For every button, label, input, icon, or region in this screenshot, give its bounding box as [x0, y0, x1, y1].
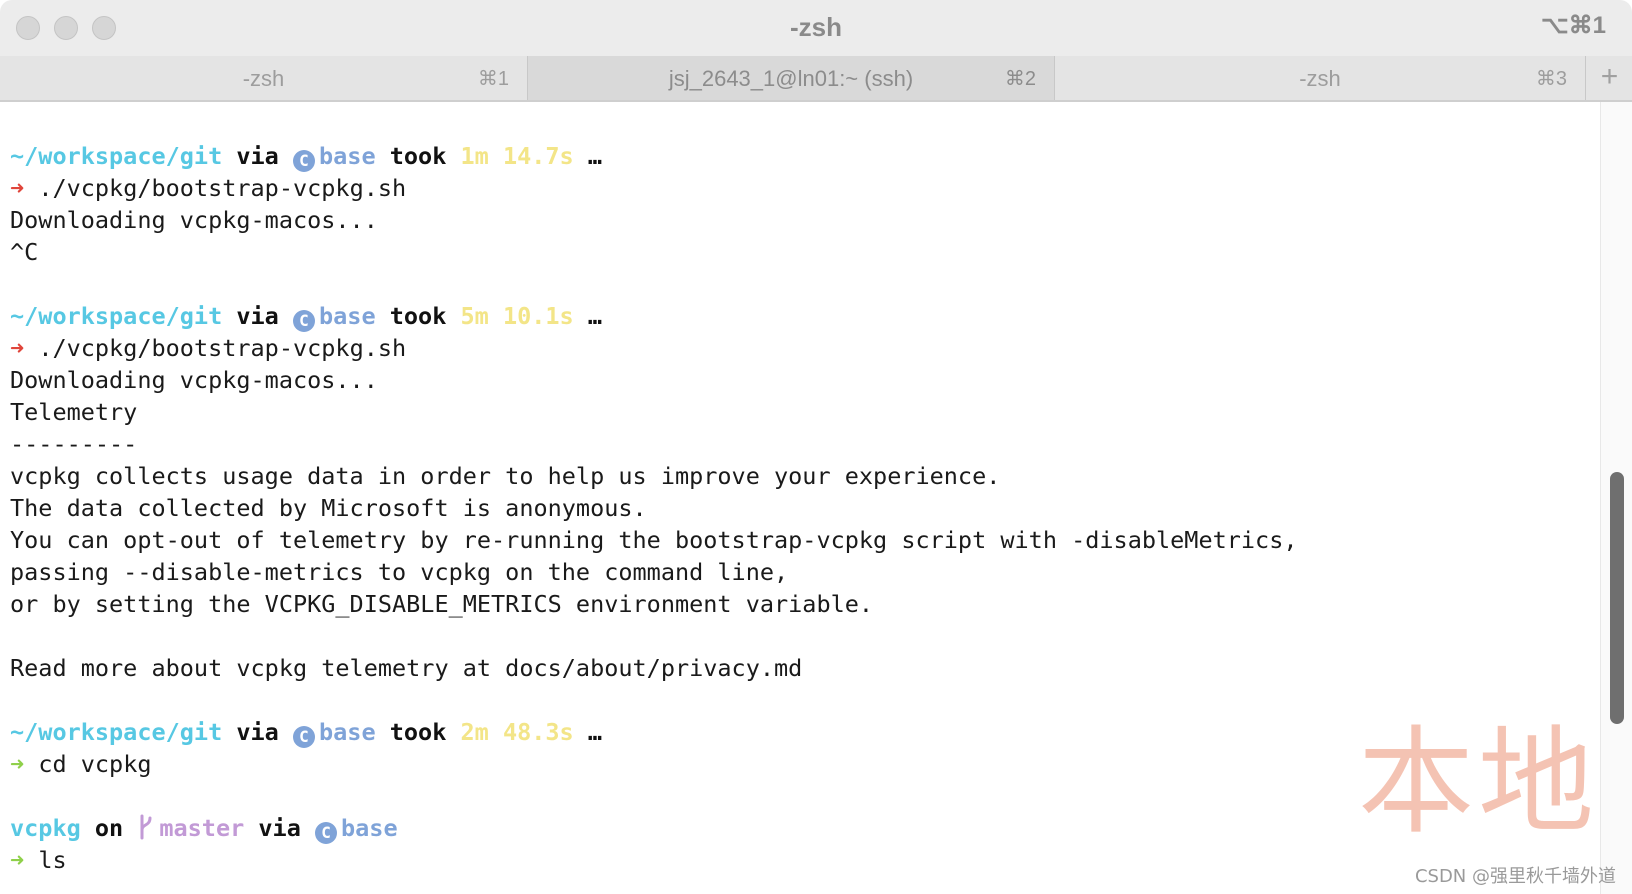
tab-label: -zsh	[242, 66, 285, 91]
tab-zsh-3[interactable]: -zsh ⌘3	[1055, 56, 1585, 100]
output-line: Telemetry	[10, 398, 138, 426]
prompt-duration: 2m 48.3s	[460, 718, 574, 746]
tab-zsh-1[interactable]: -zsh ⌘1	[0, 56, 527, 100]
prompt-env: base	[319, 142, 376, 170]
prompt-arrow-icon: ➜	[10, 334, 25, 362]
prompt-via: via	[236, 718, 279, 746]
command-text: ./vcpkg/bootstrap-vcpkg.sh	[38, 174, 407, 202]
output-line: ---------	[10, 430, 138, 458]
git-branch-icon	[137, 814, 155, 848]
tab-shortcut: ⌘3	[1535, 68, 1567, 90]
prompt-via: via	[236, 302, 279, 330]
command-text: ./vcpkg/bootstrap-vcpkg.sh	[38, 334, 407, 362]
window-title: -zsh	[790, 12, 842, 42]
prompt-took: took	[389, 142, 447, 170]
terminal-window: -zsh ⌥⌘1 -zsh ⌘1 jsj_2643_1@ln01:~ (ssh)…	[0, 0, 1632, 894]
prompt-took: took	[389, 302, 447, 330]
tab-shortcut: ⌘2	[1004, 68, 1036, 90]
git-branch-name: master	[159, 814, 245, 842]
prompt-path: ~/workspace/git	[10, 142, 223, 170]
output-line: Downloading vcpkg-macos...	[10, 366, 378, 394]
conda-icon: C	[293, 726, 315, 748]
watermark-large: 本地	[1358, 715, 1598, 850]
new-tab-button[interactable]: +	[1585, 56, 1632, 100]
command-line: ➜ ./vcpkg/bootstrap-vcpkg.sh	[10, 172, 1600, 204]
prompt-env: base	[319, 302, 376, 330]
prompt-arrow-icon: ➜	[10, 750, 25, 778]
tab-ssh[interactable]: jsj_2643_1@ln01:~ (ssh) ⌘2	[527, 56, 1055, 100]
prompt-line: ~/workspace/git via Cbase took 1m 14.7s …	[10, 140, 1600, 172]
tab-bar: -zsh ⌘1 jsj_2643_1@ln01:~ (ssh) ⌘2 -zsh …	[0, 56, 1632, 102]
prompt-arrow-icon: ➜	[10, 174, 25, 202]
prompt-arrow-icon: ➜	[10, 846, 25, 874]
prompt-line: ~/workspace/git via Cbase took 5m 10.1s …	[10, 300, 1600, 332]
tab-shortcut: ⌘1	[477, 68, 509, 90]
conda-icon: C	[315, 822, 338, 844]
prompt-env: base	[319, 718, 376, 746]
output-line: vcpkg collects usage data in order to he…	[10, 462, 1001, 490]
command-line: ➜ ./vcpkg/bootstrap-vcpkg.sh	[10, 332, 1600, 364]
tab-label: jsj_2643_1@ln01:~ (ssh)	[668, 66, 914, 91]
prompt-duration: 1m 14.7s	[460, 142, 574, 170]
output-line: You can opt-out of telemetry by re-runni…	[10, 526, 1298, 554]
conda-icon: C	[293, 310, 315, 332]
prompt-ellipsis: …	[587, 302, 602, 330]
command-text: ls	[38, 846, 67, 874]
window-shortcut: ⌥⌘1	[1540, 12, 1606, 39]
prompt-via: via	[236, 142, 279, 170]
output-line: Downloading vcpkg-macos...	[10, 206, 378, 234]
prompt-duration: 5m 10.1s	[460, 302, 574, 330]
tab-label: -zsh	[1299, 66, 1341, 91]
prompt-env: base	[341, 814, 398, 842]
scrollbar-thumb[interactable]	[1610, 472, 1624, 724]
prompt-dir: vcpkg	[10, 814, 81, 842]
output-line: The data collected by Microsoft is anony…	[10, 494, 647, 522]
prompt-on: on	[94, 814, 124, 842]
prompt-ellipsis: …	[587, 142, 602, 170]
prompt-ellipsis: …	[587, 718, 602, 746]
prompt-via: via	[258, 814, 301, 842]
vertical-scrollbar[interactable]	[1600, 102, 1632, 894]
conda-icon: C	[293, 150, 315, 172]
prompt-took: took	[389, 718, 447, 746]
prompt-path: ~/workspace/git	[10, 302, 223, 330]
watermark-credit: CSDN @强里秋千墙外道	[1414, 866, 1616, 887]
title-bar: -zsh ⌥⌘1	[0, 0, 1632, 56]
command-text: cd vcpkg	[38, 750, 152, 778]
prompt-path: ~/workspace/git	[10, 718, 223, 746]
output-line: passing --disable-metrics to vcpkg on th…	[10, 558, 789, 586]
output-line: ^C	[10, 238, 39, 266]
output-line: Read more about vcpkg telemetry at docs/…	[10, 654, 803, 682]
output-line: or by setting the VCPKG_DISABLE_METRICS …	[10, 590, 874, 618]
